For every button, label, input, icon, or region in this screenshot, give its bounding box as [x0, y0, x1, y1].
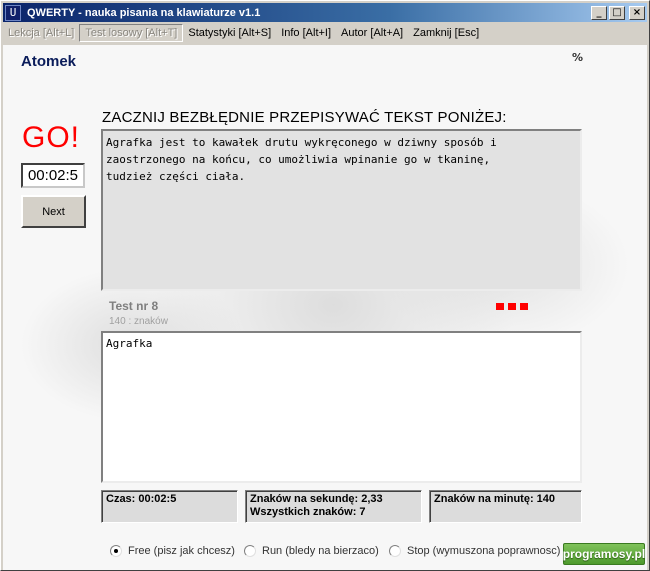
minimize-button[interactable]: _	[591, 5, 607, 20]
main-panel: Atomek % GO! 00:02:5 Next ZACZNIJ BEZBŁĘ…	[3, 45, 647, 570]
go-label: GO!	[22, 121, 81, 154]
error-indicator-3	[520, 303, 528, 310]
mode-run-label: Run (bledy na bierzaco)	[262, 545, 379, 557]
window-title: QWERTY - nauka pisania na klawiaturze v1…	[27, 6, 261, 19]
mode-stop-label: Stop (wymuszona poprawnosc)	[407, 545, 561, 557]
menu-statystyki[interactable]: Statystyki [Alt+S]	[183, 24, 276, 42]
logo: Atomek	[21, 53, 77, 70]
typing-input[interactable]: Agrafka	[101, 331, 582, 483]
stat-time: Czas: 00:02:5	[101, 490, 238, 523]
app-icon[interactable]: U	[5, 4, 21, 21]
radio-unselected-icon[interactable]	[389, 545, 401, 557]
menu-zamknij[interactable]: Zamknij [Esc]	[408, 24, 484, 42]
mode-free-radio[interactable]: Free (pisz jak chcesz)	[110, 545, 235, 557]
stat-chars-per-minute: Znaków na minutę: 140	[434, 493, 556, 505]
stat-chars-per-second: Znaków na sekundę: 2,33	[250, 493, 383, 505]
timer-display: 00:02:5	[21, 163, 85, 188]
error-indicator-2	[508, 303, 516, 310]
close-button[interactable]: ×	[629, 5, 645, 20]
menu-autor[interactable]: Autor [Alt+A]	[336, 24, 408, 42]
error-indicator-1	[496, 303, 504, 310]
stat-time-value: Czas: 00:02:5	[106, 493, 177, 505]
title-bar[interactable]: U QWERTY - nauka pisania na klawiaturze …	[3, 3, 647, 22]
watermark-logo: programosy.pl	[563, 543, 645, 565]
next-button[interactable]: Next	[21, 195, 86, 228]
menu-bar: Lekcja [Alt+L] Test losowy [Alt+T] Staty…	[3, 23, 647, 43]
maximize-button[interactable]: □	[609, 5, 625, 20]
radio-selected-icon[interactable]	[110, 545, 122, 557]
radio-unselected-icon[interactable]	[244, 545, 256, 557]
instruction-heading: ZACZNIJ BEZBŁĘDNIE PRZEPISYWAĆ TEKST PON…	[102, 109, 507, 126]
stat-per-minute: Znaków na minutę: 140	[429, 490, 582, 523]
menu-test-losowy[interactable]: Test losowy [Alt+T]	[79, 24, 184, 42]
menu-lekcja[interactable]: Lekcja [Alt+L]	[3, 24, 79, 42]
mode-stop-radio[interactable]: Stop (wymuszona poprawnosc)	[389, 545, 560, 557]
app-window: U QWERTY - nauka pisania na klawiaturze …	[0, 0, 650, 571]
stat-total-chars: Wszystkich znaków: 7	[250, 506, 366, 518]
test-title: Test nr 8	[109, 299, 159, 313]
source-text-box: Agrafka jest to kawałek drutu wykręconeg…	[101, 129, 582, 291]
menu-info[interactable]: Info [Alt+I]	[276, 24, 336, 42]
stat-speed: Znaków na sekundę: 2,33 Wszystkich znakó…	[245, 490, 422, 523]
test-char-count: 140 : znaków	[109, 316, 168, 327]
mode-run-radio[interactable]: Run (bledy na bierzaco)	[244, 545, 379, 557]
percent-icon: %	[572, 51, 584, 64]
mode-free-label: Free (pisz jak chcesz)	[128, 545, 235, 557]
